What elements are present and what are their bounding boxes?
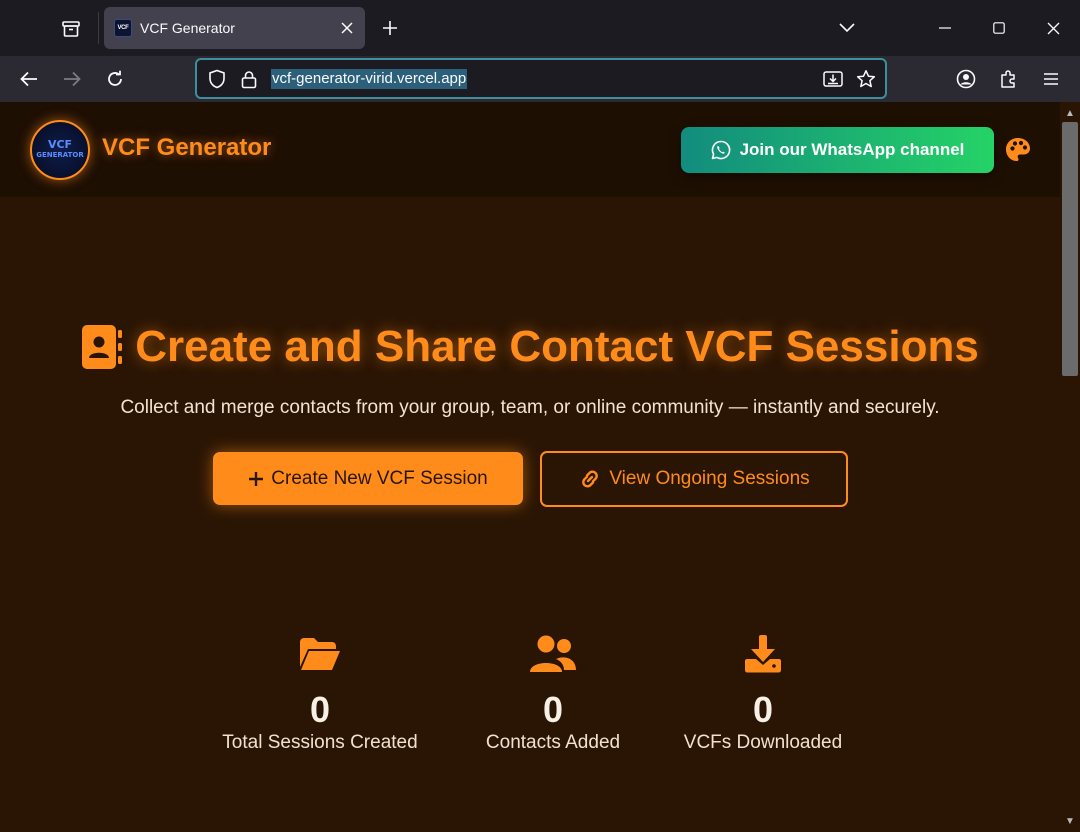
hero-subtitle: Collect and merge contacts from your gro… (120, 397, 940, 418)
view-sessions-label: View Ongoing Sessions (609, 468, 810, 489)
menu-button[interactable] (1035, 63, 1067, 95)
forward-button[interactable] (56, 63, 88, 95)
stat-label: Total Sessions Created (222, 732, 418, 753)
scrollbar-thumb[interactable] (1062, 122, 1078, 376)
new-tab-button[interactable] (376, 14, 404, 42)
tab-close-button[interactable] (335, 16, 359, 40)
hero-title-text: Create and Share Contact VCF Sessions (135, 322, 979, 371)
close-icon (341, 22, 353, 34)
create-session-button[interactable]: Create New VCF Session (213, 452, 523, 505)
plus-icon (248, 471, 264, 487)
browser-tab-bar: VCF VCF Generator (0, 0, 1080, 56)
stat-value: 0 (309, 689, 331, 730)
address-bar[interactable]: vcf-generator-virid.vercel.app (195, 58, 887, 99)
scroll-up-icon[interactable]: ▲ (1063, 106, 1077, 120)
reload-icon (108, 70, 122, 86)
site-logo[interactable]: VCF GENERATOR (30, 120, 90, 180)
stat-total-sessions: 0 Total Sessions Created (200, 632, 440, 754)
url-text[interactable]: vcf-generator-virid.vercel.app (271, 69, 468, 89)
download-icon (643, 632, 883, 676)
tab-overview-button[interactable] (58, 16, 84, 42)
close-icon (1047, 22, 1059, 34)
archive-icon (62, 21, 80, 37)
whatsapp-channel-button[interactable]: Join our WhatsApp channel (681, 127, 994, 173)
stat-value: 0 (752, 689, 774, 730)
tab-separator (98, 12, 99, 44)
whatsapp-button-label: Join our WhatsApp channel (739, 140, 965, 159)
maximize-button[interactable] (979, 10, 1019, 46)
whatsapp-icon (711, 140, 730, 160)
scroll-down-icon[interactable]: ▼ (1063, 814, 1077, 828)
site-header: VCF GENERATOR VCF Generator Join our Wha… (0, 102, 1060, 197)
bookmark-star-icon[interactable] (855, 68, 877, 90)
minimize-button[interactable] (925, 10, 965, 46)
extensions-button[interactable] (993, 63, 1025, 95)
stat-value: 0 (542, 689, 564, 730)
logo-text-top: VCF (47, 138, 73, 151)
back-button[interactable] (13, 63, 45, 95)
create-session-label: Create New VCF Session (271, 467, 488, 489)
stat-vcfs-downloaded: 0 VCFs Downloaded (643, 632, 883, 754)
shield-icon[interactable] (206, 68, 228, 90)
browser-nav-bar: vcf-generator-virid.vercel.app (0, 56, 1080, 102)
view-sessions-button[interactable]: View Ongoing Sessions (540, 451, 848, 507)
favicon: VCF (114, 19, 132, 37)
logo-text-bottom: GENERATOR (36, 151, 84, 159)
folder-open-icon (200, 632, 440, 676)
brand-name[interactable]: VCF Generator (102, 134, 271, 162)
puzzle-icon (1001, 70, 1015, 88)
list-all-tabs-button[interactable] (827, 10, 867, 46)
chevron-down-icon (839, 23, 855, 33)
plus-icon (383, 21, 397, 35)
tab-title: VCF Generator (140, 20, 235, 36)
maximize-icon (993, 22, 1005, 34)
arrow-left-icon (20, 71, 37, 87)
stat-label: Contacts Added (485, 732, 621, 753)
page-viewport: VCF GENERATOR VCF Generator Join our Wha… (0, 102, 1060, 832)
account-button[interactable] (950, 63, 982, 95)
lock-icon[interactable] (238, 68, 260, 90)
save-to-device-icon[interactable] (822, 68, 844, 90)
hamburger-menu-icon (1044, 73, 1058, 85)
stat-label: VCFs Downloaded (683, 732, 843, 753)
stat-contacts-added: 0 Contacts Added (433, 632, 673, 754)
palette-icon (1006, 138, 1030, 161)
reload-button[interactable] (99, 63, 131, 95)
browser-tab[interactable]: VCF VCF Generator (104, 7, 365, 49)
account-icon (956, 69, 976, 89)
window-close-button[interactable] (1033, 10, 1073, 46)
users-icon (433, 632, 673, 676)
theme-palette-button[interactable] (1004, 136, 1032, 164)
link-icon (578, 469, 602, 489)
arrow-right-icon (64, 71, 81, 87)
address-book-icon (82, 325, 123, 369)
hero-title: Create and Share Contact VCF Sessions (0, 322, 1060, 372)
minimize-icon (939, 27, 951, 29)
